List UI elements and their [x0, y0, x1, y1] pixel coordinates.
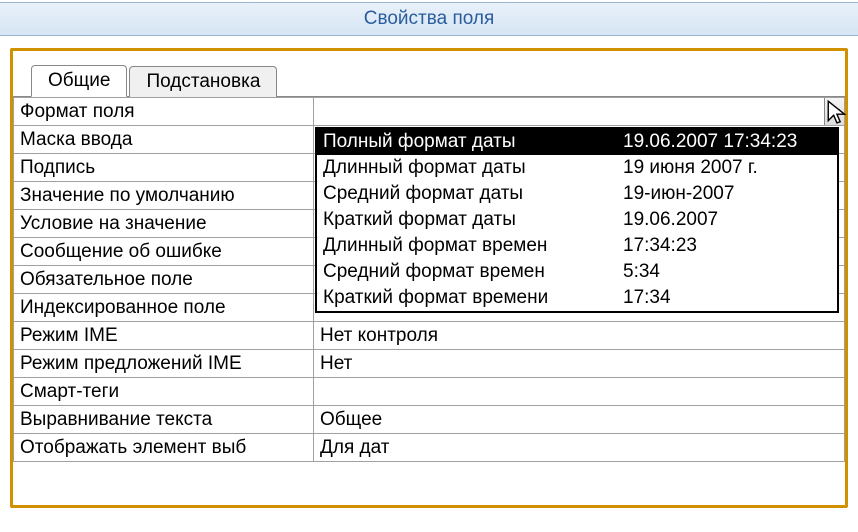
- dropdown-option-example: 5:34: [623, 261, 831, 283]
- property-row: Режим IME Нет контроля: [14, 322, 845, 350]
- property-label: Обязательное поле: [14, 266, 314, 294]
- property-row: Режим предложений IME Нет: [14, 350, 845, 378]
- property-value-cell[interactable]: Общее: [314, 406, 845, 434]
- property-label: Режим IME: [14, 322, 314, 350]
- dropdown-option-name: Длинный формат времен: [323, 235, 623, 257]
- properties-panel: Общие Подстановка Формат поляМаска ввода…: [10, 48, 848, 508]
- tab-general[interactable]: Общие: [31, 65, 127, 97]
- dropdown-option-name: Краткий формат даты: [323, 209, 623, 231]
- property-row: Смарт-теги: [14, 378, 845, 406]
- dropdown-option-example: 17:34:23: [623, 235, 831, 257]
- property-label: Смарт-теги: [14, 378, 314, 406]
- property-value: Общее: [320, 409, 382, 430]
- dropdown-option-name: Длинный формат даты: [323, 157, 623, 179]
- property-value-cell[interactable]: Нет: [314, 350, 845, 378]
- dropdown-option[interactable]: Краткий формат времени17:34: [317, 285, 837, 311]
- property-label: Выравнивание текста: [14, 406, 314, 434]
- dropdown-option-example: 19 июня 2007 г.: [623, 157, 831, 179]
- property-label: Маска ввода: [14, 126, 314, 154]
- property-value-cell[interactable]: [314, 378, 845, 406]
- dropdown-button[interactable]: [824, 98, 844, 125]
- section-header: Свойства поля: [0, 2, 858, 36]
- property-value-cell[interactable]: [314, 98, 845, 126]
- dropdown-option-example: 19.06.2007 17:34:23: [623, 131, 831, 153]
- section-header-title: Свойства поля: [364, 8, 495, 30]
- property-label: Отображать элемент выб: [14, 434, 314, 462]
- property-label: Формат поля: [14, 98, 314, 126]
- property-row: Отображать элемент выб Для дат: [14, 434, 845, 462]
- dropdown-option[interactable]: Средний формат времен5:34: [317, 259, 837, 285]
- tab-lookup-label: Подстановка: [146, 71, 260, 92]
- dropdown-option[interactable]: Полный формат даты19.06.2007 17:34:23: [317, 129, 837, 155]
- property-value-cell[interactable]: Для дат: [314, 434, 845, 462]
- property-label: Условие на значение: [14, 210, 314, 238]
- dropdown-option-example: 17:34: [623, 287, 831, 309]
- dropdown-option[interactable]: Длинный формат времен17:34:23: [317, 233, 837, 259]
- chevron-down-icon: [830, 109, 840, 115]
- dropdown-option[interactable]: Длинный формат даты19 июня 2007 г.: [317, 155, 837, 181]
- property-value-cell[interactable]: Нет контроля: [314, 322, 845, 350]
- property-value: Нет: [320, 353, 352, 374]
- property-label: Значение по умолчанию: [14, 182, 314, 210]
- property-value: Для дат: [320, 437, 389, 458]
- dropdown-option-name: Средний формат времен: [323, 261, 623, 283]
- dropdown-option-name: Полный формат даты: [323, 131, 623, 153]
- format-dropdown-list[interactable]: Полный формат даты19.06.2007 17:34:23Дли…: [315, 127, 839, 313]
- property-value: Нет контроля: [320, 325, 438, 346]
- property-row: Выравнивание текста Общее: [14, 406, 845, 434]
- property-label: Подпись: [14, 154, 314, 182]
- tab-general-label: Общие: [48, 70, 110, 91]
- dropdown-option[interactable]: Средний формат даты19-июн-2007: [317, 181, 837, 207]
- property-row: Формат поля: [14, 98, 845, 126]
- property-label: Индексированное поле: [14, 294, 314, 322]
- tab-lookup[interactable]: Подстановка: [129, 66, 277, 97]
- dropdown-option-example: 19.06.2007: [623, 209, 831, 231]
- property-label: Режим предложений IME: [14, 350, 314, 378]
- dropdown-option-name: Средний формат даты: [323, 183, 623, 205]
- tab-strip: Общие Подстановка: [13, 51, 845, 97]
- dropdown-option[interactable]: Краткий формат даты19.06.2007: [317, 207, 837, 233]
- dropdown-option-name: Краткий формат времени: [323, 287, 623, 309]
- dropdown-option-example: 19-июн-2007: [623, 183, 831, 205]
- property-label: Сообщение об ошибке: [14, 238, 314, 266]
